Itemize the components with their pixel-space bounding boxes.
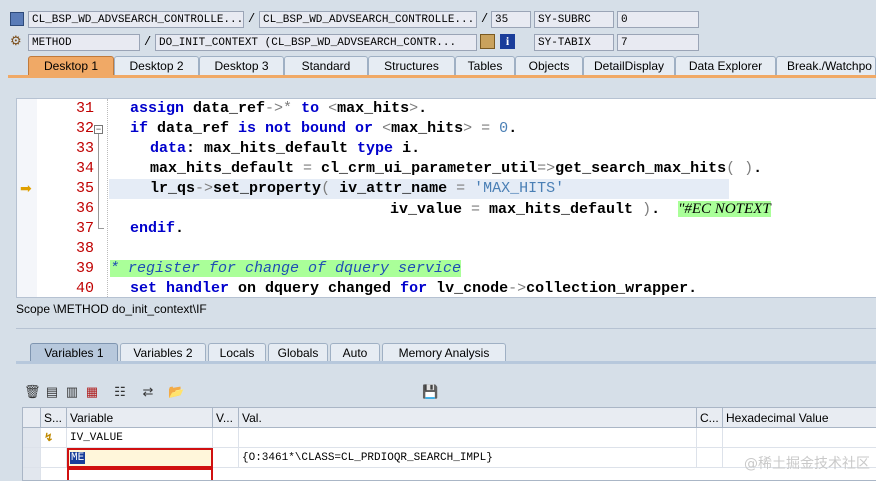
col-hex[interactable]: Hexadecimal Value bbox=[723, 408, 876, 428]
event-type-field[interactable]: METHOD bbox=[28, 34, 140, 51]
row-selector[interactable] bbox=[23, 428, 41, 448]
value-cell[interactable]: {O:3461*\CLASS=CL_PRDIOQR_SEARCH_IMPL} bbox=[239, 448, 697, 468]
insert-row-icon[interactable]: ▤ bbox=[44, 384, 60, 400]
variable-name-selected: ME bbox=[70, 452, 86, 464]
hierarchy-icon[interactable]: ☷ bbox=[112, 384, 128, 400]
row-status-cell: ↯ bbox=[41, 428, 67, 448]
tab-detaildisplay[interactable]: DetailDisplay bbox=[583, 56, 675, 75]
code-line-40: set handler on dquery changed for lv_cno… bbox=[130, 280, 698, 297]
row-selector[interactable] bbox=[23, 468, 41, 480]
tab-memory-analysis[interactable]: Memory Analysis bbox=[382, 343, 506, 361]
tab-desktop-1[interactable]: Desktop 1 bbox=[28, 56, 114, 75]
line-number: 33 bbox=[75, 140, 94, 157]
info-icon[interactable]: i bbox=[500, 34, 515, 49]
save-icon[interactable]: 💾 bbox=[422, 384, 438, 400]
line-number: 37 bbox=[75, 220, 94, 237]
tab-standard[interactable]: Standard bbox=[284, 56, 368, 75]
source-editor[interactable]: ➡ 31 32 33 34 35 36 37 38 39 40 − assign… bbox=[16, 98, 876, 298]
sysvar2-name[interactable]: SY-TABIX bbox=[534, 34, 614, 51]
code-line-34: max_hits_default = cl_crm_ui_parameter_u… bbox=[150, 160, 763, 177]
tab-underline bbox=[8, 75, 876, 78]
tab-auto[interactable]: Auto bbox=[330, 343, 380, 361]
transfer-icon[interactable]: ⇄ bbox=[140, 384, 156, 400]
line-number: 31 bbox=[75, 100, 94, 117]
fold-guide-end bbox=[98, 228, 104, 229]
line-number: 38 bbox=[75, 240, 94, 257]
code-line-39: * register for change of dquery service bbox=[110, 260, 462, 277]
separator: / bbox=[248, 12, 256, 26]
v-cell bbox=[213, 448, 239, 468]
line-number: 39 bbox=[75, 260, 94, 277]
line-number: 32 bbox=[75, 120, 94, 137]
empty-cell bbox=[67, 468, 213, 480]
tab-variables-2[interactable]: Variables 2 bbox=[120, 343, 206, 361]
sysvar1-value[interactable]: 0 bbox=[617, 11, 699, 28]
code-area[interactable]: assign data_ref->* to <max_hits>. if dat… bbox=[107, 99, 876, 297]
fold-toggle[interactable]: − bbox=[94, 125, 103, 134]
c-cell bbox=[697, 448, 723, 468]
method-icon: ⚙ bbox=[10, 33, 22, 48]
breakpoint-gutter[interactable] bbox=[17, 99, 38, 297]
fold-guide bbox=[98, 134, 99, 228]
line-number: 35 bbox=[75, 180, 94, 197]
sysvar2-value[interactable]: 7 bbox=[617, 34, 699, 51]
sysvar1-name[interactable]: SY-SUBRC bbox=[534, 11, 614, 28]
append-row-icon[interactable]: ▥ bbox=[64, 384, 80, 400]
code-line-35: lr_qs->set_property( iv_attr_name = 'MAX… bbox=[150, 180, 565, 197]
scope-label: Scope \METHOD do_init_context\IF bbox=[16, 302, 207, 316]
code-line-32: if data_ref is not bound or <max_hits> =… bbox=[130, 120, 518, 137]
event-field[interactable]: DO_INIT_CONTEXT (CL_BSP_WD_ADVSEARCH_CON… bbox=[155, 34, 477, 51]
col-value[interactable]: Val. bbox=[239, 408, 697, 428]
col-v[interactable]: V... bbox=[213, 408, 239, 428]
col-s[interactable]: S... bbox=[41, 408, 67, 428]
watermark: @稀土掘金技术社区 bbox=[744, 456, 870, 472]
display-icon[interactable] bbox=[480, 34, 495, 49]
col-variable[interactable]: Variable bbox=[67, 408, 213, 428]
line-number: 40 bbox=[75, 280, 94, 297]
tab-objects[interactable]: Objects bbox=[515, 56, 583, 75]
code-line-33: data: max_hits_default type i. bbox=[150, 140, 421, 157]
variable-cell[interactable]: IV_VALUE bbox=[67, 428, 213, 448]
tab-desktop-2[interactable]: Desktop 2 bbox=[114, 56, 199, 75]
tab-locals[interactable]: Locals bbox=[208, 343, 266, 361]
delete-row-icon[interactable]: ▦ bbox=[84, 384, 100, 400]
tab-break-watchpoints[interactable]: Break./Watchpo bbox=[776, 56, 876, 75]
value-cell[interactable] bbox=[239, 428, 697, 448]
line-field[interactable]: 35 bbox=[491, 11, 531, 28]
line-numbers: 31 32 33 34 35 36 37 38 39 40 bbox=[37, 99, 97, 297]
separator: / bbox=[144, 35, 152, 49]
code-line-36: iv_value = max_hits_default ). "#EC NOTE… bbox=[390, 201, 771, 218]
row-status-cell bbox=[41, 448, 67, 468]
variable-type-icon: ↯ bbox=[44, 432, 54, 444]
row-selector[interactable] bbox=[23, 448, 41, 468]
tab-tables[interactable]: Tables bbox=[455, 56, 515, 75]
line-number: 34 bbox=[75, 160, 94, 177]
program-icon bbox=[10, 12, 24, 26]
line-number: 36 bbox=[75, 200, 94, 217]
v-cell bbox=[213, 428, 239, 448]
include-field[interactable]: CL_BSP_WD_ADVSEARCH_CONTROLLE... bbox=[259, 11, 477, 28]
tab-desktop-3[interactable]: Desktop 3 bbox=[199, 56, 284, 75]
separator: / bbox=[481, 12, 489, 26]
open-folder-icon[interactable]: 📂 bbox=[168, 384, 184, 400]
program-field[interactable]: CL_BSP_WD_ADVSEARCH_CONTROLLE... bbox=[28, 11, 244, 28]
tab-variables-1[interactable]: Variables 1 bbox=[30, 343, 118, 361]
subtab-underline bbox=[16, 361, 876, 364]
code-line-31: assign data_ref->* to <max_hits>. bbox=[130, 100, 428, 117]
col-status[interactable] bbox=[23, 408, 41, 428]
current-line-arrow-icon: ➡ bbox=[20, 180, 32, 196]
col-c[interactable]: C... bbox=[697, 408, 723, 428]
variable-cell[interactable]: ME bbox=[67, 448, 213, 468]
delete-icon[interactable]: 🗑 bbox=[24, 384, 41, 400]
hex-cell bbox=[723, 428, 876, 448]
c-cell bbox=[697, 428, 723, 448]
tab-structures[interactable]: Structures bbox=[368, 56, 455, 75]
tab-data-explorer[interactable]: Data Explorer bbox=[675, 56, 776, 75]
code-line-37: endif. bbox=[130, 220, 185, 237]
tab-globals[interactable]: Globals bbox=[268, 343, 328, 361]
